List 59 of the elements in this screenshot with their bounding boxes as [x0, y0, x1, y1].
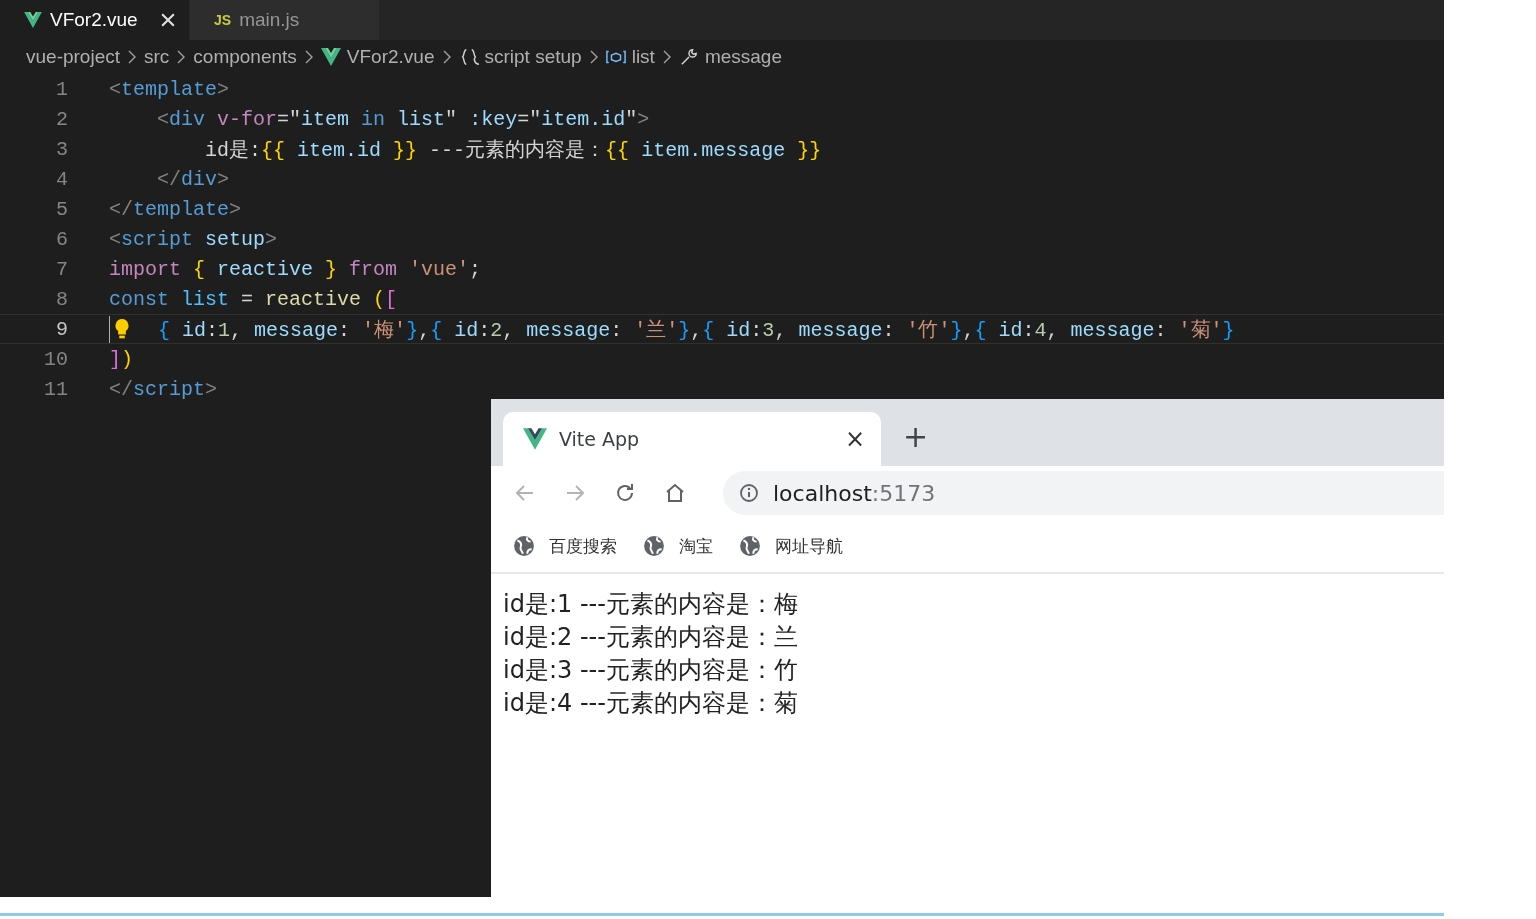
wrench-icon	[678, 48, 699, 66]
page-text: id是:4 ---元素的内容是：菊	[503, 688, 799, 719]
code-line: { id:1, message: '梅'},{ id:2, message: '兰'},{ id:3, message: '竹'},{ id:4, message: '菊'}	[157, 317, 1235, 343]
code-line: <template>	[109, 77, 230, 101]
vue-logo-icon	[320, 48, 341, 66]
bookmark-link[interactable]: 网址导航	[775, 534, 843, 558]
chevron-icon	[442, 50, 451, 64]
page-text: id是:1 ---元素的内容是：梅	[503, 589, 799, 620]
code-line: </script>	[109, 377, 218, 401]
line-number: 5	[55, 197, 68, 221]
close-tab-button[interactable]: ×	[844, 425, 865, 453]
line-number: 6	[55, 227, 68, 251]
line-number: 2	[55, 107, 68, 131]
breadcrumb-item[interactable]: list	[631, 46, 655, 68]
breadcrumb-item[interactable]: vue-project	[26, 46, 120, 68]
breadcrumb-item[interactable]: message	[704, 46, 782, 68]
info-icon[interactable]	[739, 483, 759, 503]
line-number: 10	[43, 347, 68, 371]
chevron-icon	[304, 50, 313, 64]
breadcrumb-item[interactable]: src	[144, 46, 170, 68]
bookmark-link[interactable]: 淘宝	[679, 534, 713, 558]
breadcrumb-item[interactable]: VFor2.vue	[346, 46, 435, 68]
lightbulb-icon[interactable]	[114, 318, 130, 340]
variable-icon	[605, 48, 626, 66]
vue-logo-icon	[523, 428, 547, 450]
code-line: ])	[109, 347, 134, 371]
globe-icon	[739, 535, 761, 557]
new-tab-button[interactable]: +	[903, 419, 929, 454]
editor-tab[interactable]: VFor2.vue	[0, 0, 190, 40]
line-number: 11	[43, 377, 68, 401]
address-bar[interactable]: localhost:5173	[723, 471, 1444, 515]
code-line: <div v-for="item in list" :key="item.id">	[156, 107, 650, 131]
line-number: 1	[55, 77, 68, 101]
code-line: </template>	[109, 197, 242, 221]
bookmark-link[interactable]: 百度搜索	[549, 534, 617, 558]
globe-icon	[643, 535, 665, 557]
breadcrumb-item[interactable]: script setup	[484, 46, 582, 68]
code-line: import { reactive } from 'vue';	[109, 257, 482, 281]
vue-logo-icon	[24, 12, 42, 28]
line-number: 8	[55, 287, 68, 311]
page-text: id是:3 ---元素的内容是：竹	[503, 655, 799, 686]
page-text: id是:2 ---元素的内容是：兰	[503, 622, 799, 653]
chevron-icon	[662, 50, 671, 64]
chevron-icon	[177, 50, 186, 64]
line-number: 9	[55, 317, 68, 341]
line-number: 3	[55, 137, 68, 161]
code-line: <script setup>	[109, 227, 278, 251]
chevron-icon	[128, 50, 136, 64]
close-icon[interactable]	[161, 13, 175, 27]
line-number: 7	[55, 257, 68, 281]
breadcrumb-item[interactable]: components	[193, 46, 297, 68]
globe-icon	[513, 535, 535, 557]
browser-tab[interactable]: Vite App ×	[503, 412, 881, 466]
code-line: </div>	[156, 167, 230, 191]
line-number: 4	[55, 167, 68, 191]
editor-tab[interactable]: JS main.js	[190, 0, 380, 40]
code-line: id是:{{ item.id }} ---元素的内容是：{{ item.message }}	[204, 137, 822, 163]
code-line: const list = reactive ([	[109, 287, 398, 311]
chevron-icon	[589, 50, 598, 64]
